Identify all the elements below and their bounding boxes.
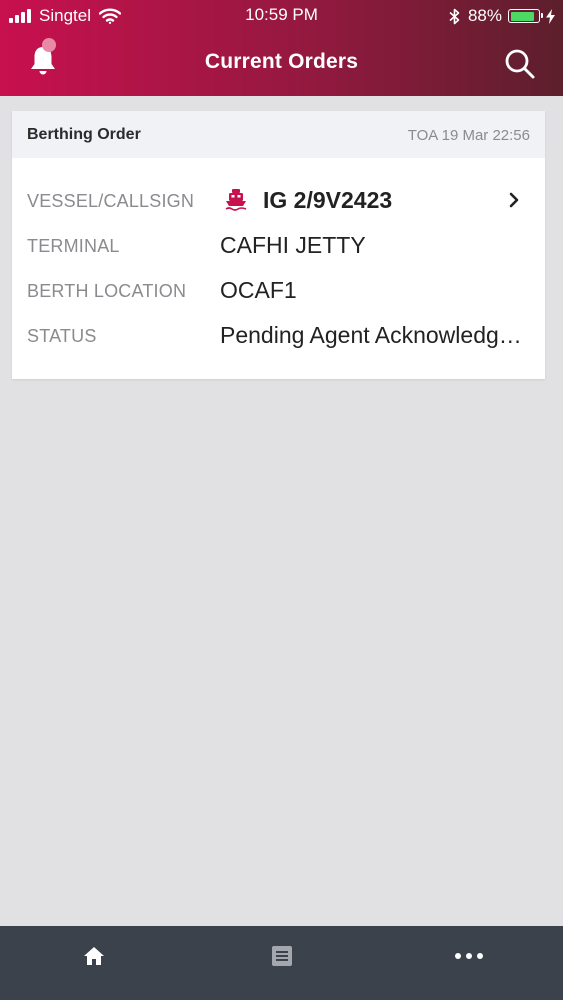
order-toa: TOA 19 Mar 22:56 bbox=[407, 127, 530, 144]
bottom-tab-bar bbox=[0, 926, 563, 1000]
status-row: STATUS Pending Agent Acknowledgement bbox=[12, 322, 545, 354]
vessel-label: VESSEL/CALLSIGN bbox=[27, 191, 195, 211]
app-header: Singtel 10:59 PM 88% Current Orders bbox=[0, 0, 563, 96]
status-bar-right: 88% bbox=[449, 6, 555, 26]
list-icon bbox=[272, 946, 292, 966]
bluetooth-icon bbox=[449, 8, 460, 24]
order-card[interactable]: Berthing Order TOA 19 Mar 22:56 VESSEL/C… bbox=[12, 111, 545, 379]
vessel-value: IG 2/9V2423 bbox=[263, 187, 393, 213]
terminal-value: CAFHI JETTY bbox=[220, 232, 366, 258]
order-card-header: Berthing Order TOA 19 Mar 22:56 bbox=[12, 111, 545, 158]
berth-value: OCAF1 bbox=[220, 277, 297, 303]
charging-icon bbox=[546, 8, 555, 24]
terminal-row: TERMINAL CAFHI JETTY bbox=[12, 232, 545, 264]
page-title: Current Orders bbox=[204, 50, 359, 73]
chevron-right-icon[interactable] bbox=[507, 191, 521, 209]
order-type: Berthing Order bbox=[27, 126, 141, 143]
search-button[interactable] bbox=[503, 47, 537, 81]
vessel-row[interactable]: VESSEL/CALLSIGN IG 2/9V2423 bbox=[12, 187, 545, 219]
home-icon bbox=[84, 947, 104, 965]
more-icon bbox=[455, 953, 483, 959]
tab-home[interactable] bbox=[34, 926, 154, 986]
search-icon bbox=[505, 49, 535, 79]
berth-row: BERTH LOCATION OCAF1 bbox=[12, 277, 545, 309]
status-label: STATUS bbox=[27, 326, 97, 346]
tab-orders[interactable] bbox=[222, 926, 342, 986]
berth-label: BERTH LOCATION bbox=[27, 281, 187, 301]
battery-percent: 88% bbox=[467, 6, 502, 25]
ship-icon bbox=[225, 189, 247, 211]
status-bar: Singtel 10:59 PM 88% bbox=[0, 0, 563, 32]
terminal-label: TERMINAL bbox=[27, 236, 120, 256]
tab-more[interactable] bbox=[409, 926, 529, 986]
status-value: Pending Agent Acknowledgement bbox=[220, 322, 525, 348]
battery-fill bbox=[510, 11, 534, 21]
battery-icon bbox=[508, 9, 543, 23]
